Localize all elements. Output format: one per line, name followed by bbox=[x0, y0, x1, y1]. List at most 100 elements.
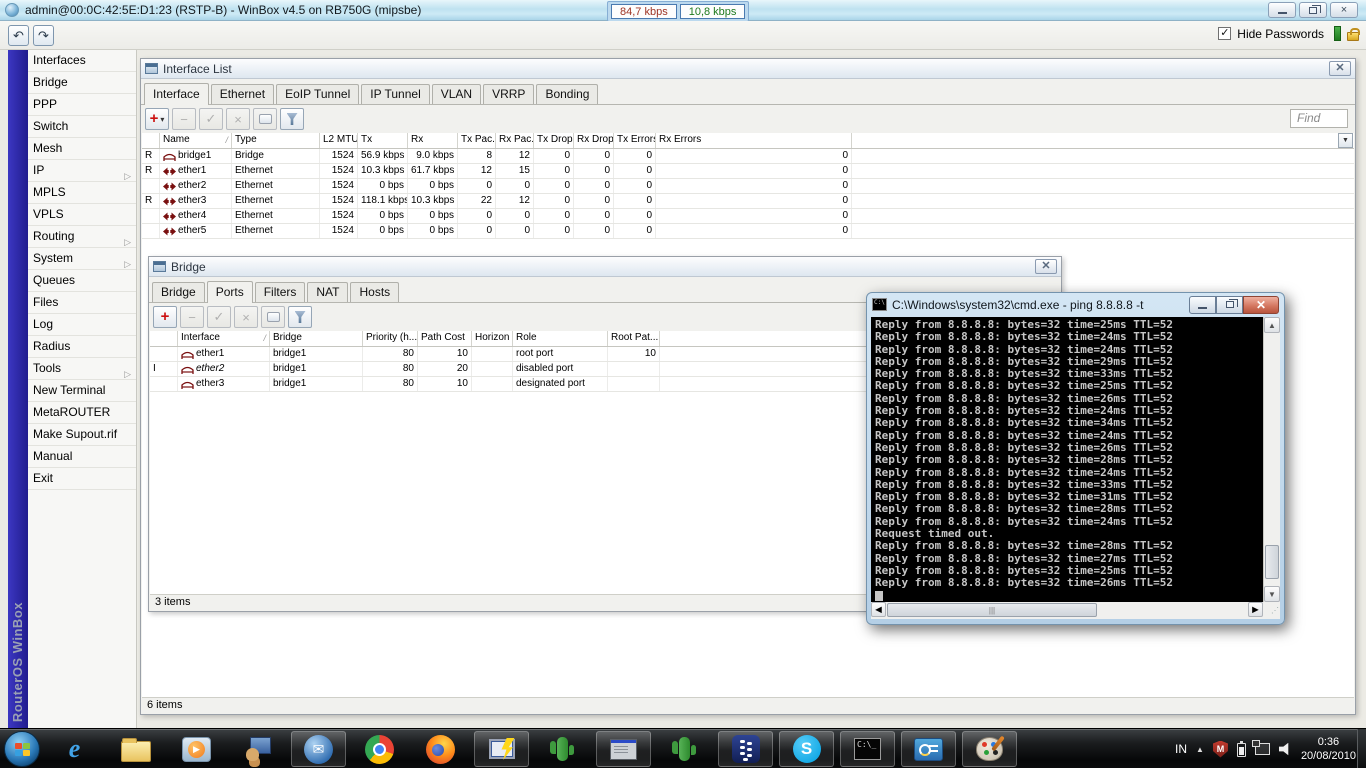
rx-drops-column-header[interactable]: Rx Drops bbox=[574, 133, 614, 148]
taskbar-item-winbox[interactable] bbox=[474, 731, 529, 767]
sidebar-item-make-supout[interactable]: Make Supout.rif bbox=[28, 424, 136, 446]
sidebar-item-system[interactable]: System ▷ bbox=[28, 248, 136, 270]
interface-row-ether4[interactable]: ether4 Ethernet 1524 0 bps 0 bps 0 0 0 0… bbox=[142, 209, 1354, 224]
interface-row-ether1[interactable]: R ether1 Ethernet 1524 10.3 kbps 61.7 kb… bbox=[142, 164, 1354, 179]
bridge-titlebar[interactable]: Bridge ✕ bbox=[149, 257, 1061, 277]
role-column-header[interactable]: Role bbox=[513, 331, 608, 346]
sidebar-item-exit[interactable]: Exit bbox=[28, 468, 136, 490]
add-button[interactable]: + bbox=[153, 306, 177, 328]
bridge-column-header[interactable]: Bridge bbox=[270, 331, 363, 346]
taskbar-item-cacti[interactable] bbox=[535, 731, 590, 767]
rx-packet-column-header[interactable]: Rx Pac... bbox=[496, 133, 534, 148]
taskbar-item-windows-explorer[interactable] bbox=[108, 731, 163, 767]
vertical-scrollbar[interactable]: ▲ ▼ bbox=[1263, 317, 1280, 602]
horizon-column-header[interactable]: Horizon bbox=[472, 331, 513, 346]
taskbar-item-blackberry[interactable] bbox=[718, 731, 773, 767]
close-icon[interactable]: ✕ bbox=[1329, 61, 1351, 76]
sidebar-item-routing[interactable]: Routing ▷ bbox=[28, 226, 136, 248]
sidebar-item-ip[interactable]: IP ▷ bbox=[28, 160, 136, 182]
taskbar-item-display-settings[interactable] bbox=[901, 731, 956, 767]
tab-bridge[interactable]: Bridge bbox=[152, 282, 205, 302]
close-button[interactable]: ✕ bbox=[1243, 295, 1279, 314]
tab-filters[interactable]: Filters bbox=[254, 282, 306, 302]
tab-nat[interactable]: NAT bbox=[307, 282, 349, 302]
minimize-button[interactable] bbox=[1268, 2, 1296, 18]
name-column-header[interactable]: Name / bbox=[160, 133, 232, 148]
sidebar-item-ppp[interactable]: PPP bbox=[28, 94, 136, 116]
interface-list-titlebar[interactable]: Interface List ✕ bbox=[141, 59, 1355, 79]
sidebar-item-interfaces[interactable]: Interfaces bbox=[28, 50, 136, 72]
close-button[interactable]: × bbox=[1330, 2, 1358, 18]
tab-vlan[interactable]: VLAN bbox=[431, 84, 482, 104]
tray-clock[interactable]: 0:36 20/08/2010 bbox=[1301, 735, 1356, 763]
tx-drops-column-header[interactable]: Tx Drops bbox=[534, 133, 574, 148]
taskbar-item-command-prompt[interactable]: C:\_ bbox=[840, 731, 895, 767]
sidebar-item-vpls[interactable]: VPLS bbox=[28, 204, 136, 226]
filter-button[interactable] bbox=[280, 108, 304, 130]
mcafee-icon[interactable]: M bbox=[1212, 740, 1228, 758]
flags-column-header[interactable] bbox=[150, 331, 178, 346]
sidebar-item-manual[interactable]: Manual bbox=[28, 446, 136, 468]
vertical-scroll-thumb[interactable] bbox=[1265, 545, 1279, 579]
sidebar-item-mpls[interactable]: MPLS bbox=[28, 182, 136, 204]
tab-vrrp[interactable]: VRRP bbox=[483, 84, 535, 104]
column-options-button[interactable]: ▼ bbox=[1338, 133, 1353, 148]
remove-button[interactable]: − bbox=[172, 108, 196, 130]
tab-ethernet[interactable]: Ethernet bbox=[210, 84, 275, 104]
priority-column-header[interactable]: Priority (h... bbox=[363, 331, 418, 346]
flags-column-header[interactable] bbox=[142, 133, 160, 148]
tab-interface[interactable]: Interface bbox=[144, 83, 209, 105]
tab-hosts[interactable]: Hosts bbox=[350, 282, 400, 302]
volume-icon[interactable] bbox=[1278, 742, 1289, 756]
sidebar-item-queues[interactable]: Queues bbox=[28, 270, 136, 292]
taskbar-item-cacti-2[interactable] bbox=[657, 731, 712, 767]
sidebar-item-metarouter[interactable]: MetaROUTER bbox=[28, 402, 136, 424]
taskbar-item-winbox-loader[interactable] bbox=[596, 731, 651, 767]
filter-button[interactable] bbox=[288, 306, 312, 328]
tab-bonding[interactable]: Bonding bbox=[536, 84, 599, 104]
battery-icon[interactable] bbox=[1236, 741, 1246, 757]
show-desktop-button[interactable] bbox=[1357, 729, 1366, 768]
terminal-output[interactable]: Reply from 8.8.8.8: bytes=32 time=25ms T… bbox=[871, 317, 1263, 602]
horizontal-scroll-thumb[interactable]: ||| bbox=[887, 603, 1097, 617]
tx-packet-column-header[interactable]: Tx Pac... bbox=[458, 133, 496, 148]
rx-errors-column-header[interactable]: Rx Errors bbox=[656, 133, 852, 148]
root-path-column-header[interactable]: Root Pat... bbox=[608, 331, 660, 346]
cmd-titlebar[interactable]: C:\ C:\Windows\system32\cmd.exe - ping 8… bbox=[867, 293, 1284, 316]
horizontal-scrollbar[interactable]: ◄ ||| ► ⋰ bbox=[871, 602, 1280, 619]
tx-column-header[interactable]: Tx bbox=[358, 133, 408, 148]
scroll-down-icon[interactable]: ▼ bbox=[1264, 586, 1280, 602]
scroll-left-icon[interactable]: ◄ bbox=[871, 602, 886, 617]
tab-ip-tunnel[interactable]: IP Tunnel bbox=[361, 84, 430, 104]
sidebar-item-radius[interactable]: Radius bbox=[28, 336, 136, 358]
interface-row-ether2[interactable]: ether2 Ethernet 1524 0 bps 0 bps 0 0 0 0… bbox=[142, 179, 1354, 194]
taskbar-item-skype[interactable]: S bbox=[779, 731, 834, 767]
interface-row-ether3[interactable]: R ether3 Ethernet 1524 118.1 kbps 10.3 k… bbox=[142, 194, 1354, 209]
redo-button[interactable]: ↷ bbox=[33, 25, 54, 46]
tx-errors-column-header[interactable]: Tx Errors bbox=[614, 133, 656, 148]
sidebar-item-tools[interactable]: Tools ▷ bbox=[28, 358, 136, 380]
sidebar-item-mesh[interactable]: Mesh bbox=[28, 138, 136, 160]
remove-button[interactable]: − bbox=[180, 306, 204, 328]
interface-row-ether5[interactable]: ether5 Ethernet 1524 0 bps 0 bps 0 0 0 0… bbox=[142, 224, 1354, 239]
disable-button[interactable]: × bbox=[226, 108, 250, 130]
path-cost-column-header[interactable]: Path Cost bbox=[418, 331, 472, 346]
interface-column-header[interactable]: Interface / bbox=[178, 331, 270, 346]
sidebar-item-files[interactable]: Files bbox=[28, 292, 136, 314]
enable-button[interactable]: ✓ bbox=[199, 108, 223, 130]
disable-button[interactable]: × bbox=[234, 306, 258, 328]
sidebar-item-switch[interactable]: Switch bbox=[28, 116, 136, 138]
taskbar-item-firefox[interactable] bbox=[413, 731, 468, 767]
sidebar-item-bridge[interactable]: Bridge bbox=[28, 72, 136, 94]
network-icon[interactable] bbox=[1251, 740, 1270, 755]
taskbar-item-thunderbird[interactable]: ✉ bbox=[291, 731, 346, 767]
taskbar-item-media-player[interactable]: ▶ bbox=[169, 731, 224, 767]
taskbar-item-remote-desktop[interactable] bbox=[230, 731, 285, 767]
scroll-right-icon[interactable]: ► bbox=[1248, 602, 1263, 617]
minimize-button[interactable] bbox=[1189, 295, 1216, 314]
start-button[interactable] bbox=[4, 731, 40, 767]
sidebar-item-new-terminal[interactable]: New Terminal bbox=[28, 380, 136, 402]
tab-eoip-tunnel[interactable]: EoIP Tunnel bbox=[276, 84, 360, 104]
hidden-icons-button[interactable]: ▲ bbox=[1196, 745, 1204, 754]
tab-ports[interactable]: Ports bbox=[206, 281, 253, 303]
